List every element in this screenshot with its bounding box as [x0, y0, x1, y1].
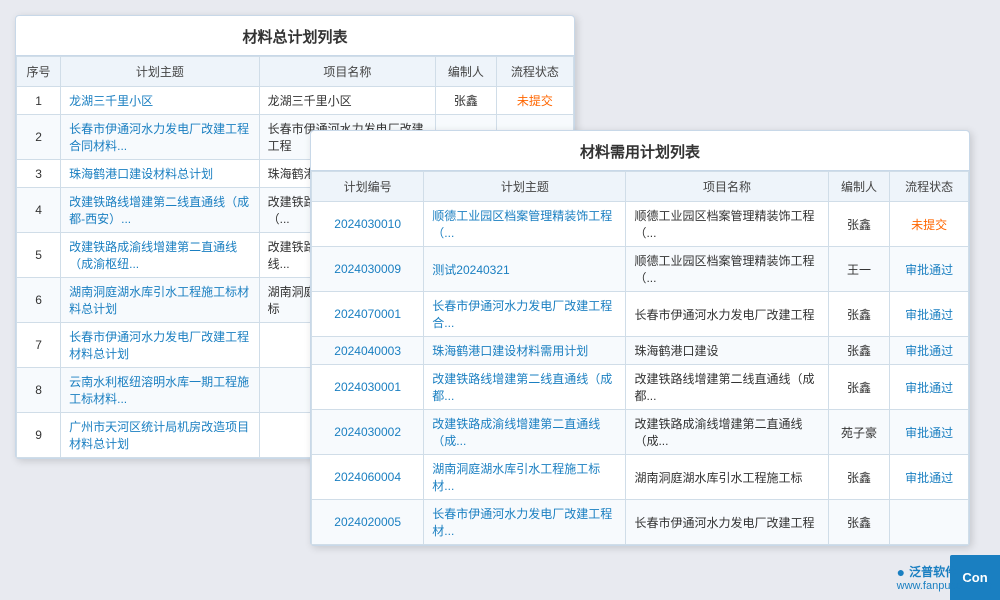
- cell-id: 5: [17, 233, 61, 278]
- col-id: 序号: [17, 57, 61, 87]
- table-row: 1 龙湖三千里小区 龙湖三千里小区 张鑫 未提交: [17, 87, 574, 115]
- material-use-plan-card: 材料需用计划列表 计划编号 计划主题 项目名称 编制人 流程状态 2024030…: [310, 130, 970, 546]
- cell-plan[interactable]: 改建铁路成渝线增建第二直通线（成渝枢纽...: [61, 233, 260, 278]
- cell-project: 顺德工业园区档案管理精装饰工程（...: [626, 247, 828, 292]
- col-status: 流程状态: [890, 172, 969, 202]
- cell-plan[interactable]: 湖南洞庭湖水库引水工程施工标材...: [424, 455, 626, 500]
- cell-plan[interactable]: 顺德工业园区档案管理精装饰工程（...: [424, 202, 626, 247]
- cell-project: 长春市伊通河水力发电厂改建工程: [626, 500, 828, 545]
- cell-code[interactable]: 2024030001: [312, 365, 424, 410]
- cell-plan[interactable]: 长春市伊通河水力发电厂改建工程合...: [424, 292, 626, 337]
- cell-editor: 张鑫: [828, 365, 890, 410]
- cell-code[interactable]: 2024020005: [312, 500, 424, 545]
- cell-plan[interactable]: 龙湖三千里小区: [61, 87, 260, 115]
- table-row: 2024030002 改建铁路成渝线增建第二直通线（成... 改建铁路成渝线增建…: [312, 410, 969, 455]
- cell-plan[interactable]: 珠海鹤港口建设材料总计划: [61, 160, 260, 188]
- table-row: 2024040003 珠海鹤港口建设材料需用计划 珠海鹤港口建设 张鑫 审批通过: [312, 337, 969, 365]
- cell-id: 9: [17, 413, 61, 458]
- col-project-name: 项目名称: [259, 57, 435, 87]
- cell-status: [890, 500, 969, 545]
- cell-id: 6: [17, 278, 61, 323]
- watermark-url: www.fanpusoft.com: [897, 580, 992, 592]
- cell-editor: 张鑫: [828, 202, 890, 247]
- cell-status: 审批通过: [890, 247, 969, 292]
- cell-code[interactable]: 2024040003: [312, 337, 424, 365]
- cell-editor: 王一: [828, 247, 890, 292]
- cell-id: 7: [17, 323, 61, 368]
- cell-project: 湖南洞庭湖水库引水工程施工标: [626, 455, 828, 500]
- cell-status: 审批通过: [890, 365, 969, 410]
- table2-title: 材料需用计划列表: [311, 131, 969, 171]
- cell-plan[interactable]: 广州市天河区统计局机房改造项目材料总计划: [61, 413, 260, 458]
- cell-plan[interactable]: 改建铁路线增建第二线直通线（成都-西安）...: [61, 188, 260, 233]
- cell-project: 珠海鹤港口建设: [626, 337, 828, 365]
- cell-editor: 张鑫: [828, 500, 890, 545]
- cell-status: 审批通过: [890, 292, 969, 337]
- brand-icon: ●: [897, 564, 905, 580]
- cell-plan[interactable]: 湖南洞庭湖水库引水工程施工标材料总计划: [61, 278, 260, 323]
- cell-status: 审批通过: [890, 337, 969, 365]
- cell-project: 改建铁路线增建第二线直通线（成都...: [626, 365, 828, 410]
- cell-editor: 张鑫: [828, 455, 890, 500]
- table-row: 2024020005 长春市伊通河水力发电厂改建工程材... 长春市伊通河水力发…: [312, 500, 969, 545]
- table-row: 2024030001 改建铁路线增建第二线直通线（成都... 改建铁路线增建第二…: [312, 365, 969, 410]
- cell-id: 2: [17, 115, 61, 160]
- cell-status: 未提交: [890, 202, 969, 247]
- cell-editor: 张鑫: [436, 87, 497, 115]
- table-row: 2024030009 测试20240321 顺德工业园区档案管理精装饰工程（..…: [312, 247, 969, 292]
- cell-status: 审批通过: [890, 455, 969, 500]
- cell-plan[interactable]: 改建铁路成渝线增建第二直通线（成...: [424, 410, 626, 455]
- table-row: 2024030010 顺德工业园区档案管理精装饰工程（... 顺德工业园区档案管…: [312, 202, 969, 247]
- cell-plan[interactable]: 改建铁路线增建第二线直通线（成都...: [424, 365, 626, 410]
- cell-plan[interactable]: 长春市伊通河水力发电厂改建工程材料总计划: [61, 323, 260, 368]
- cell-project: 长春市伊通河水力发电厂改建工程: [626, 292, 828, 337]
- col-project-name: 项目名称: [626, 172, 828, 202]
- cell-id: 1: [17, 87, 61, 115]
- cell-code[interactable]: 2024030010: [312, 202, 424, 247]
- col-editor: 编制人: [828, 172, 890, 202]
- watermark-brand: ● 泛普软件: [897, 563, 992, 580]
- cell-id: 4: [17, 188, 61, 233]
- watermark: ● 泛普软件 www.fanpusoft.com: [897, 563, 992, 592]
- cell-editor: 张鑫: [828, 337, 890, 365]
- table-row: 2024070001 长春市伊通河水力发电厂改建工程合... 长春市伊通河水力发…: [312, 292, 969, 337]
- col-editor: 编制人: [436, 57, 497, 87]
- cell-status: 未提交: [496, 87, 573, 115]
- cell-code[interactable]: 2024070001: [312, 292, 424, 337]
- cell-id: 3: [17, 160, 61, 188]
- cell-plan[interactable]: 云南水利枢纽溶明水库一期工程施工标材料...: [61, 368, 260, 413]
- brand-name: 泛普软件: [909, 563, 957, 580]
- cell-code[interactable]: 2024030002: [312, 410, 424, 455]
- cell-editor: 张鑫: [828, 292, 890, 337]
- cell-project: 顺德工业园区档案管理精装饰工程（...: [626, 202, 828, 247]
- material-use-plan-table: 计划编号 计划主题 项目名称 编制人 流程状态 2024030010 顺德工业园…: [311, 171, 969, 545]
- cell-editor: 苑子豪: [828, 410, 890, 455]
- cell-plan[interactable]: 长春市伊通河水力发电厂改建工程合同材料...: [61, 115, 260, 160]
- cell-code[interactable]: 2024060004: [312, 455, 424, 500]
- cell-id: 8: [17, 368, 61, 413]
- cell-plan[interactable]: 测试20240321: [424, 247, 626, 292]
- cell-project: 龙湖三千里小区: [259, 87, 435, 115]
- cell-plan[interactable]: 长春市伊通河水力发电厂改建工程材...: [424, 500, 626, 545]
- col-plan-theme: 计划主题: [61, 57, 260, 87]
- col-code: 计划编号: [312, 172, 424, 202]
- cell-project: 改建铁路成渝线增建第二直通线（成...: [626, 410, 828, 455]
- col-status: 流程状态: [496, 57, 573, 87]
- col-plan-theme: 计划主题: [424, 172, 626, 202]
- cell-plan[interactable]: 珠海鹤港口建设材料需用计划: [424, 337, 626, 365]
- table1-title: 材料总计划列表: [16, 16, 574, 56]
- cell-code[interactable]: 2024030009: [312, 247, 424, 292]
- cell-status: 审批通过: [890, 410, 969, 455]
- table-row: 2024060004 湖南洞庭湖水库引水工程施工标材... 湖南洞庭湖水库引水工…: [312, 455, 969, 500]
